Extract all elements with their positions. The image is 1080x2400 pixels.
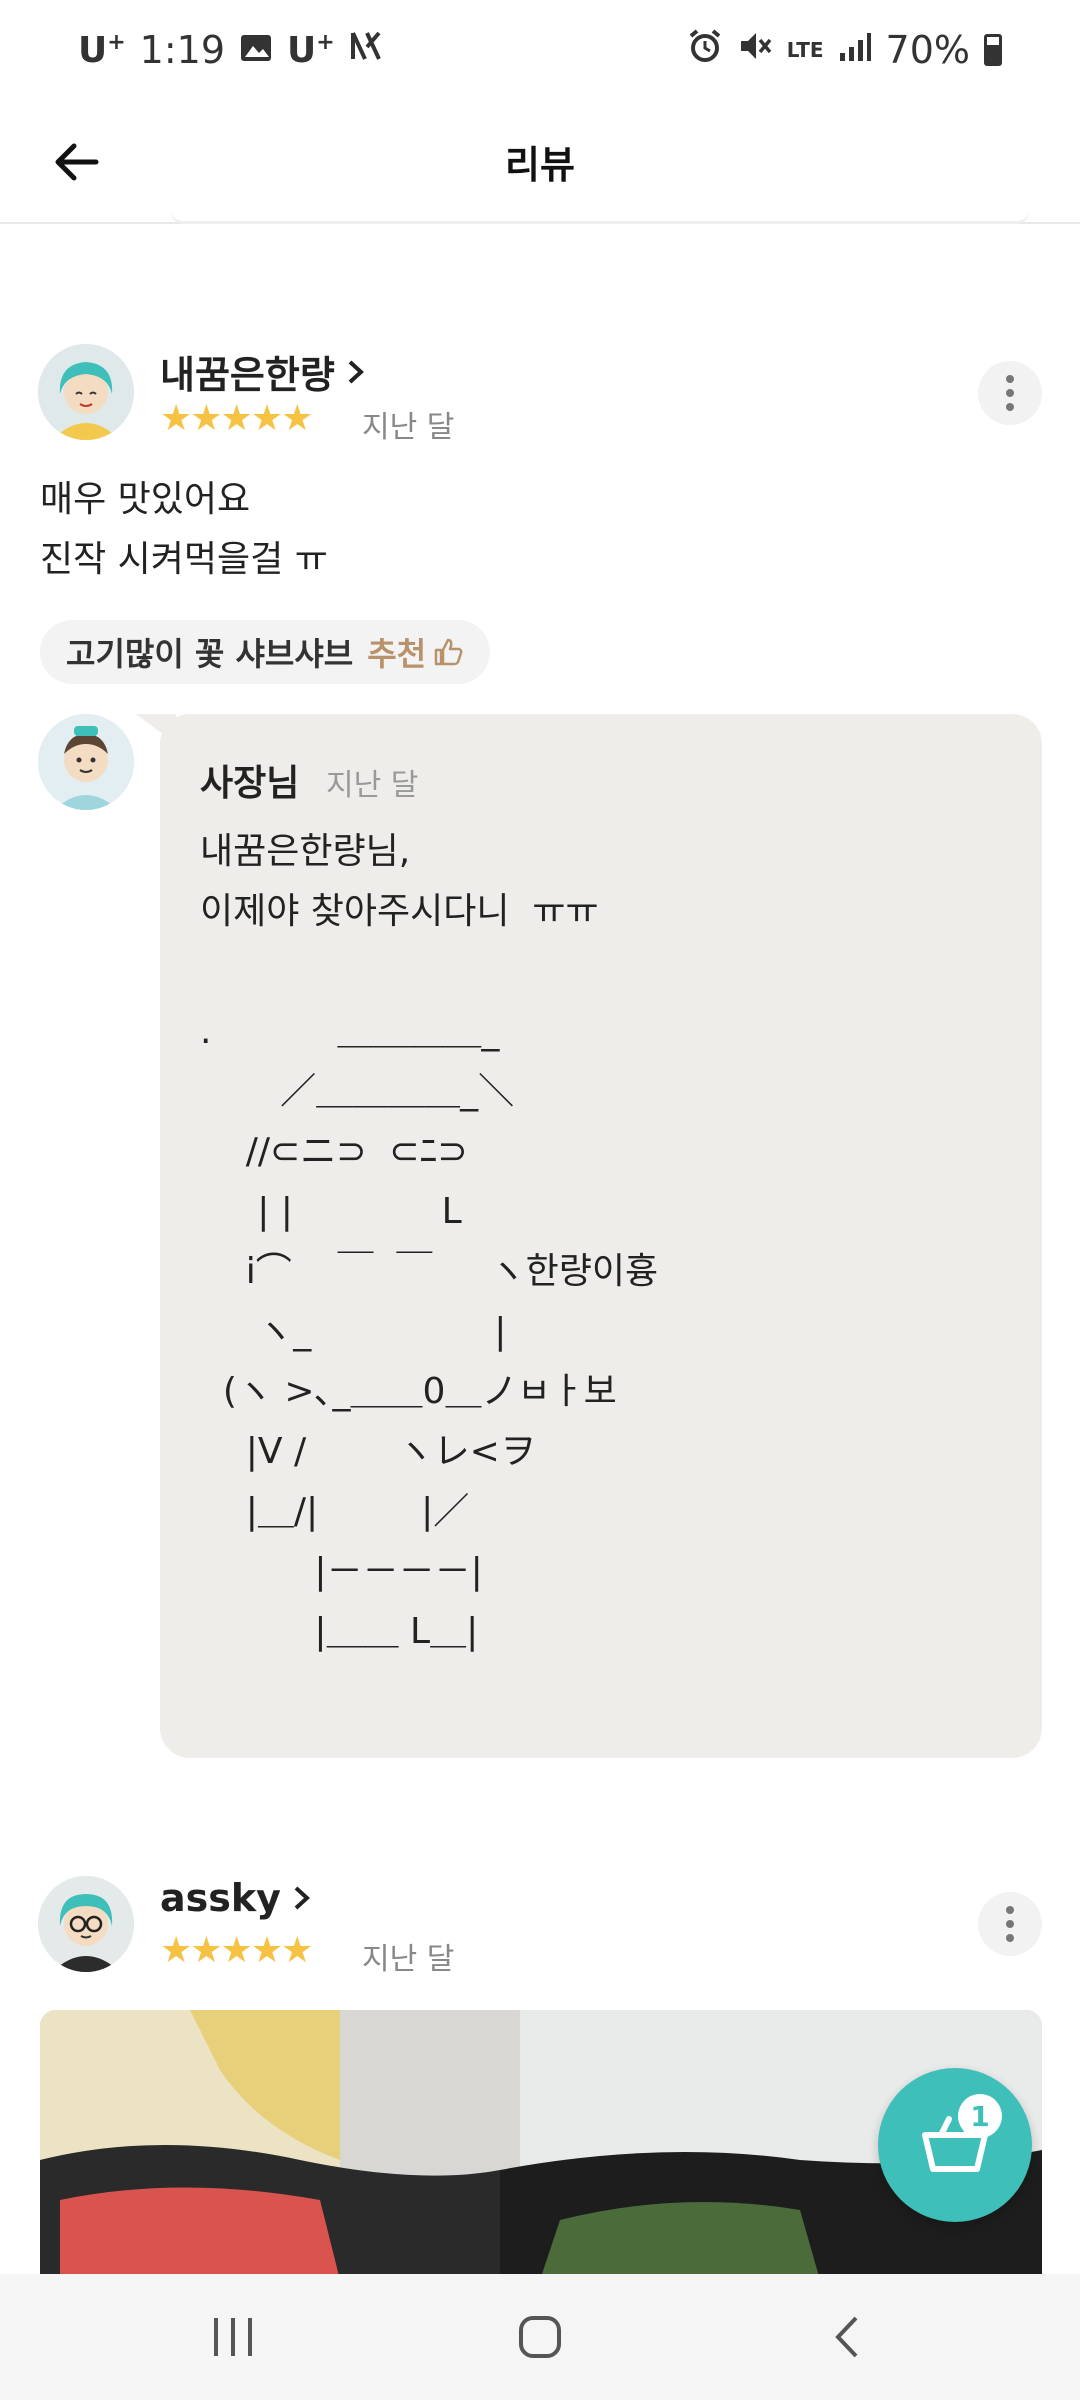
page-title: 리뷰 bbox=[505, 142, 575, 187]
carrier-label-2: U+ bbox=[287, 29, 335, 71]
status-bar: U+ 1:19 U+ LTE 70% bbox=[0, 0, 1080, 100]
reviewer-name: 내꿈은한량 bbox=[160, 353, 335, 397]
dot bbox=[1006, 1934, 1014, 1942]
status-left: U+ 1:19 U+ bbox=[78, 28, 383, 72]
back-button[interactable] bbox=[36, 122, 116, 202]
reply-date: 지난 달 bbox=[326, 768, 419, 803]
review-text: 매우 맛있어요 진작 시켜먹을걸 ㅠ bbox=[40, 479, 328, 580]
owner-avatar bbox=[38, 714, 134, 810]
alarm-icon bbox=[687, 28, 723, 73]
battery-icon bbox=[984, 34, 1002, 66]
image-icon bbox=[239, 28, 273, 72]
recent-apps-icon bbox=[214, 2318, 253, 2356]
back-nav-button[interactable] bbox=[787, 2292, 907, 2382]
cart-count-badge: 1 bbox=[958, 2094, 1002, 2138]
system-nav-bar bbox=[0, 2274, 1080, 2400]
reviewer-name-link[interactable]: assky bbox=[160, 1876, 313, 1920]
network-type: LTE bbox=[786, 38, 824, 62]
review-date: 지난 달 bbox=[362, 410, 455, 445]
more-options-button[interactable] bbox=[978, 1892, 1042, 1956]
arrow-left-icon bbox=[55, 143, 99, 181]
dot bbox=[1006, 403, 1014, 411]
dot bbox=[1006, 375, 1014, 383]
recommend-label: 추천 bbox=[367, 629, 464, 675]
more-options-button[interactable] bbox=[978, 361, 1042, 425]
clock: 1:19 bbox=[139, 28, 226, 72]
app-bar: 리뷰 bbox=[0, 100, 1080, 224]
signal-icon bbox=[838, 28, 872, 72]
star-rating: ★★★★★ bbox=[160, 1930, 313, 1971]
status-right: LTE 70% bbox=[687, 28, 1002, 73]
avatar[interactable] bbox=[38, 1876, 134, 1972]
carrier-label: U+ bbox=[78, 29, 126, 71]
chevron-right-icon bbox=[348, 360, 364, 383]
data-off-icon bbox=[349, 28, 383, 72]
back-icon bbox=[834, 2316, 858, 2358]
cart-button[interactable]: 1 bbox=[878, 2068, 1032, 2222]
previous-card-edge bbox=[170, 210, 1030, 224]
avatar[interactable] bbox=[38, 344, 134, 440]
battery-percent: 70% bbox=[885, 28, 970, 72]
dot bbox=[1006, 1906, 1014, 1914]
star-rating: ★★★★★ bbox=[160, 398, 313, 439]
dot bbox=[1006, 1920, 1014, 1928]
home-button[interactable] bbox=[480, 2292, 600, 2382]
recent-apps-button[interactable] bbox=[173, 2292, 293, 2382]
thumbs-up-icon bbox=[434, 638, 463, 666]
home-icon bbox=[518, 2316, 561, 2358]
mute-icon bbox=[737, 28, 773, 73]
chevron-right-icon bbox=[294, 1886, 310, 1910]
reply-text: 내꿈은한량님, 이제야 찾아주시다니 ㅠㅠ . ＿＿＿＿_ ／＿＿＿＿_＼ //… bbox=[200, 831, 659, 1652]
dot bbox=[1006, 389, 1014, 397]
menu-name: 고기많이 꽃 샤브샤브 bbox=[66, 635, 354, 673]
reviewer-name: assky bbox=[160, 1876, 281, 1920]
reviewer-name-link[interactable]: 내꿈은한량 bbox=[160, 344, 367, 399]
reply-author: 사장님 bbox=[200, 763, 300, 804]
menu-recommend-chip[interactable]: 고기많이 꽃 샤브샤브 추천 bbox=[40, 620, 491, 684]
review-date: 지난 달 bbox=[362, 1942, 455, 1977]
